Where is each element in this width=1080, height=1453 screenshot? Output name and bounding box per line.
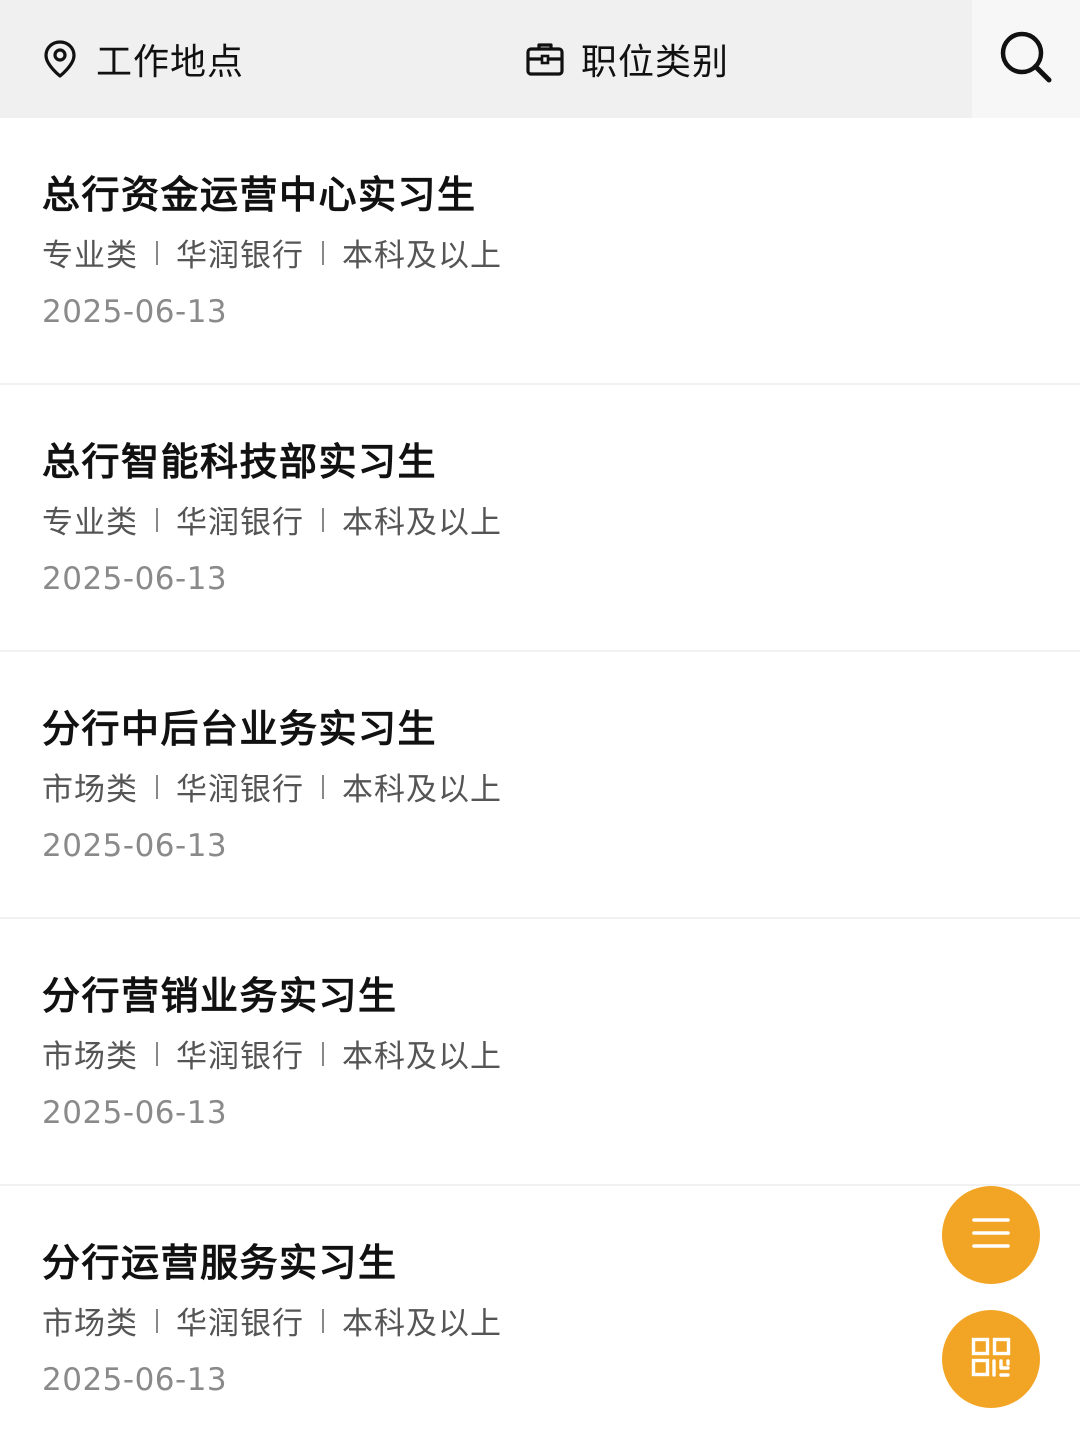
job-title: 分行运营服务实习生 <box>42 1241 398 1285</box>
job-date: 2025-06-13 <box>42 1095 228 1131</box>
job-title: 总行资金运营中心实习生 <box>42 173 477 217</box>
search-icon <box>998 29 1054 89</box>
meta-divider <box>322 1308 324 1333</box>
job-category: 市场类 <box>42 1306 138 1342</box>
job-category-label: 职位类别 <box>581 42 730 83</box>
job-company: 华润银行 <box>176 505 304 541</box>
job-category: 市场类 <box>42 772 138 808</box>
meta-divider <box>322 774 324 799</box>
job-title: 分行中后台业务实习生 <box>42 707 438 751</box>
job-item[interactable]: 分行营销业务实习生 市场类 华润银行 本科及以上 2025-06-13 <box>0 919 1080 1186</box>
filter-bar: 工作地点 职位类别 <box>0 0 1080 118</box>
job-meta: 市场类 华润银行 本科及以上 <box>42 1031 502 1076</box>
job-company: 华润银行 <box>176 238 304 274</box>
job-education: 本科及以上 <box>342 772 502 808</box>
job-education: 本科及以上 <box>342 1039 502 1075</box>
job-item[interactable]: 分行运营服务实习生 市场类 华润银行 本科及以上 2025-06-13 <box>0 1186 1080 1453</box>
job-date: 2025-06-13 <box>42 294 228 330</box>
meta-divider <box>322 1041 324 1066</box>
job-education: 本科及以上 <box>342 1306 502 1342</box>
location-pin-icon <box>40 39 80 79</box>
meta-divider <box>156 240 158 265</box>
work-location-label: 工作地点 <box>96 42 245 83</box>
job-date: 2025-06-13 <box>42 1362 228 1398</box>
menu-icon <box>971 1216 1011 1254</box>
meta-divider <box>156 774 158 799</box>
job-item[interactable]: 总行资金运营中心实习生 专业类 华润银行 本科及以上 2025-06-13 <box>0 118 1080 385</box>
job-education: 本科及以上 <box>342 505 502 541</box>
job-item[interactable]: 总行智能科技部实习生 专业类 华润银行 本科及以上 2025-06-13 <box>0 385 1080 652</box>
job-education: 本科及以上 <box>342 238 502 274</box>
job-category: 市场类 <box>42 1039 138 1075</box>
job-meta: 专业类 华润银行 本科及以上 <box>42 497 502 542</box>
job-list: 总行资金运营中心实习生 专业类 华润银行 本科及以上 2025-06-13 总行… <box>0 118 1080 1453</box>
job-category: 专业类 <box>42 238 138 274</box>
job-company: 华润银行 <box>176 772 304 808</box>
job-company: 华润银行 <box>176 1306 304 1342</box>
job-meta: 市场类 华润银行 本科及以上 <box>42 1298 502 1343</box>
meta-divider <box>322 507 324 532</box>
job-title: 总行智能科技部实习生 <box>42 440 438 484</box>
meta-divider <box>322 240 324 265</box>
job-title: 分行营销业务实习生 <box>42 974 398 1018</box>
job-meta: 专业类 华润银行 本科及以上 <box>42 230 502 275</box>
qr-code-icon <box>971 1337 1011 1381</box>
job-date: 2025-06-13 <box>42 828 228 864</box>
briefcase-icon <box>525 39 565 79</box>
job-category-filter[interactable]: 职位类别 <box>525 0 729 118</box>
meta-divider <box>156 1308 158 1333</box>
search-button[interactable] <box>972 0 1080 118</box>
work-location-filter[interactable]: 工作地点 <box>40 0 244 118</box>
job-category: 专业类 <box>42 505 138 541</box>
menu-button[interactable] <box>942 1186 1040 1284</box>
job-item[interactable]: 分行中后台业务实习生 市场类 华润银行 本科及以上 2025-06-13 <box>0 652 1080 919</box>
job-date: 2025-06-13 <box>42 561 228 597</box>
qr-code-button[interactable] <box>942 1310 1040 1408</box>
meta-divider <box>156 1041 158 1066</box>
meta-divider <box>156 507 158 532</box>
job-company: 华润银行 <box>176 1039 304 1075</box>
job-meta: 市场类 华润银行 本科及以上 <box>42 764 502 809</box>
